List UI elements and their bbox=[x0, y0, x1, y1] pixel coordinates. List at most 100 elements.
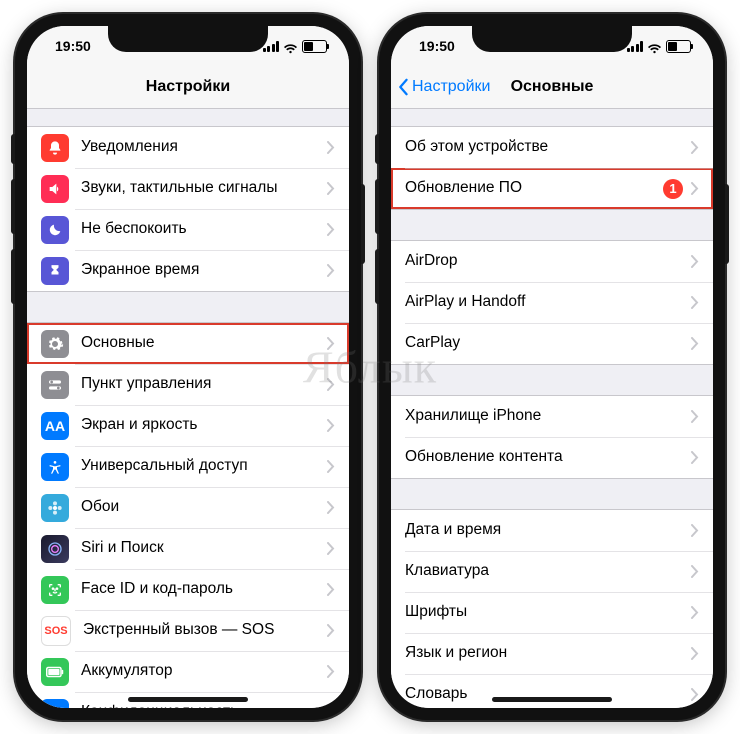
row-accessibility[interactable]: Универсальный доступ bbox=[27, 446, 349, 487]
row-label: Шрифты bbox=[405, 603, 691, 622]
switches-icon bbox=[41, 371, 69, 399]
row-carplay[interactable]: CarPlay bbox=[391, 323, 713, 364]
aa-icon: AA bbox=[41, 412, 69, 440]
settings-group: Дата и время Клавиатура Шрифты Язык и ре… bbox=[391, 509, 713, 708]
row-label: AirDrop bbox=[405, 252, 691, 271]
row-label: Основные bbox=[81, 334, 327, 353]
chevron-right-icon bbox=[691, 255, 699, 268]
row-fonts[interactable]: Шрифты bbox=[391, 592, 713, 633]
home-indicator[interactable] bbox=[128, 697, 248, 702]
row-notifications[interactable]: Уведомления bbox=[27, 127, 349, 168]
chevron-right-icon bbox=[327, 665, 335, 678]
row-label: Обновление контента bbox=[405, 448, 691, 467]
home-indicator[interactable] bbox=[492, 697, 612, 702]
hand-icon bbox=[41, 699, 69, 709]
row-sos[interactable]: SOS Экстренный вызов — SOS bbox=[27, 610, 349, 651]
row-about[interactable]: Об этом устройстве bbox=[391, 127, 713, 168]
flower-icon bbox=[41, 494, 69, 522]
chevron-right-icon bbox=[327, 141, 335, 154]
row-label: Конфиденциальность bbox=[81, 703, 327, 708]
row-screentime[interactable]: Экранное время bbox=[27, 250, 349, 291]
battery-icon bbox=[41, 658, 69, 686]
row-dictionary[interactable]: Словарь bbox=[391, 674, 713, 708]
chevron-right-icon bbox=[327, 223, 335, 236]
sos-icon: SOS bbox=[41, 616, 71, 646]
row-battery[interactable]: Аккумулятор bbox=[27, 651, 349, 692]
settings-group: Уведомления Звуки, тактильные сигналы Не… bbox=[27, 126, 349, 292]
row-control[interactable]: Пункт управления bbox=[27, 364, 349, 405]
row-label: Звуки, тактильные сигналы bbox=[81, 179, 327, 198]
chevron-right-icon bbox=[691, 410, 699, 423]
settings-group: Основные Пункт управления AA Экран и ярк… bbox=[27, 322, 349, 708]
chevron-right-icon bbox=[691, 141, 699, 154]
row-keyboard[interactable]: Клавиатура bbox=[391, 551, 713, 592]
nav-bar: Настройки Основные bbox=[391, 66, 713, 109]
chevron-right-icon bbox=[327, 583, 335, 596]
chevron-right-icon bbox=[691, 647, 699, 660]
wifi-icon bbox=[647, 41, 662, 52]
row-label: Не беспокоить bbox=[81, 220, 327, 239]
phone-right: 19:50 Настройки Основные Об этом устройс… bbox=[379, 14, 725, 720]
chevron-right-icon bbox=[327, 542, 335, 555]
row-display[interactable]: AA Экран и яркость bbox=[27, 405, 349, 446]
row-sounds[interactable]: Звуки, тактильные сигналы bbox=[27, 168, 349, 209]
row-airplay[interactable]: AirPlay и Handoff bbox=[391, 282, 713, 323]
row-label: Обновление ПО bbox=[405, 179, 663, 198]
gear-icon bbox=[41, 330, 69, 358]
row-language[interactable]: Язык и регион bbox=[391, 633, 713, 674]
chevron-right-icon bbox=[691, 688, 699, 701]
chevron-right-icon bbox=[327, 182, 335, 195]
wifi-icon bbox=[283, 41, 298, 52]
row-storage[interactable]: Хранилище iPhone bbox=[391, 396, 713, 437]
page-title: Основные bbox=[511, 78, 594, 96]
row-label: Об этом устройстве bbox=[405, 138, 691, 157]
back-label: Настройки bbox=[412, 78, 490, 96]
row-general[interactable]: Основные bbox=[27, 323, 349, 364]
row-label: Обои bbox=[81, 498, 327, 517]
row-label: Уведомления bbox=[81, 138, 327, 157]
row-airdrop[interactable]: AirDrop bbox=[391, 241, 713, 282]
row-label: CarPlay bbox=[405, 334, 691, 353]
moon-icon bbox=[41, 216, 69, 244]
row-datetime[interactable]: Дата и время bbox=[391, 510, 713, 551]
row-label: Siri и Поиск bbox=[81, 539, 327, 558]
phone-left: 19:50 Настройки Уведомления Звуки, такти… bbox=[15, 14, 361, 720]
hourglass-icon bbox=[41, 257, 69, 285]
row-faceid[interactable]: Face ID и код-пароль bbox=[27, 569, 349, 610]
row-label: Хранилище iPhone bbox=[405, 407, 691, 426]
row-swupdate[interactable]: Обновление ПО 1 bbox=[391, 168, 713, 209]
settings-group: AirDrop AirPlay и Handoff CarPlay bbox=[391, 240, 713, 365]
chevron-right-icon bbox=[691, 337, 699, 350]
row-label: Аккумулятор bbox=[81, 662, 327, 681]
back-button[interactable]: Настройки bbox=[397, 66, 490, 108]
row-wallpaper[interactable]: Обои bbox=[27, 487, 349, 528]
status-time: 19:50 bbox=[419, 38, 455, 54]
notch bbox=[472, 26, 632, 52]
general-content: Об этом устройстве Обновление ПО 1 AirDr… bbox=[391, 108, 713, 708]
row-dnd[interactable]: Не беспокоить bbox=[27, 209, 349, 250]
row-siri[interactable]: Siri и Поиск bbox=[27, 528, 349, 569]
row-label: AirPlay и Handoff bbox=[405, 293, 691, 312]
chevron-right-icon bbox=[691, 182, 699, 195]
chevron-right-icon bbox=[691, 565, 699, 578]
settings-group: Хранилище iPhone Обновление контента bbox=[391, 395, 713, 479]
settings-group: Об этом устройстве Обновление ПО 1 bbox=[391, 126, 713, 210]
badge: 1 bbox=[663, 179, 683, 199]
status-time: 19:50 bbox=[55, 38, 91, 54]
battery-icon bbox=[302, 40, 327, 53]
siri-icon bbox=[41, 535, 69, 563]
row-label: Экран и яркость bbox=[81, 416, 327, 435]
chevron-right-icon bbox=[691, 524, 699, 537]
notch bbox=[108, 26, 268, 52]
accessibility-icon bbox=[41, 453, 69, 481]
row-label: Клавиатура bbox=[405, 562, 691, 581]
row-bgrefresh[interactable]: Обновление контента bbox=[391, 437, 713, 478]
row-label: Универсальный доступ bbox=[81, 457, 327, 476]
speaker-icon bbox=[41, 175, 69, 203]
chevron-right-icon bbox=[327, 419, 335, 432]
chevron-right-icon bbox=[691, 606, 699, 619]
chevron-right-icon bbox=[327, 624, 335, 637]
chevron-right-icon bbox=[327, 460, 335, 473]
chevron-right-icon bbox=[327, 706, 335, 708]
chevron-right-icon bbox=[691, 451, 699, 464]
